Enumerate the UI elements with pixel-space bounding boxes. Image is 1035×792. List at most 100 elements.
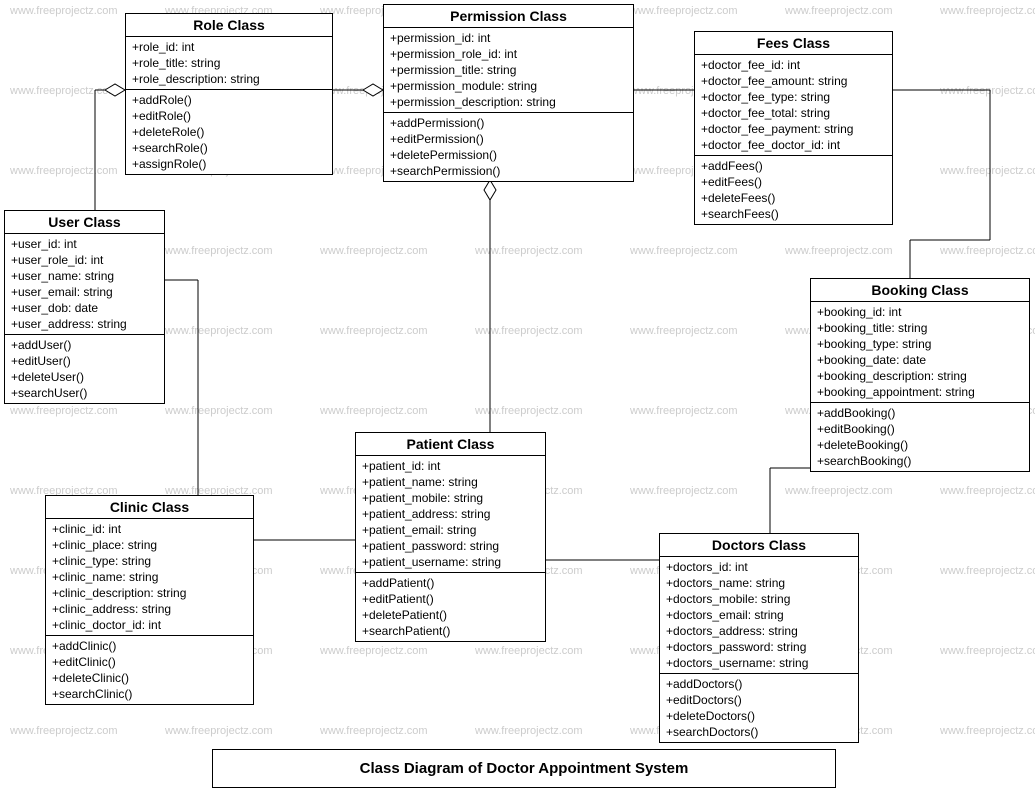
watermark-text: www.freeprojectz.com	[475, 405, 583, 417]
method-line: +addDoctors()	[666, 676, 852, 692]
attribute-line: +clinic_description: string	[52, 585, 247, 601]
role-class: Role Class +role_id: int+role_title: str…	[125, 13, 333, 175]
attribute-line: +clinic_doctor_id: int	[52, 617, 247, 633]
attribute-line: +role_id: int	[132, 39, 326, 55]
attribute-line: +booking_description: string	[817, 368, 1023, 384]
method-line: +deleteRole()	[132, 124, 326, 140]
attribute-line: +permission_title: string	[390, 62, 627, 78]
attribute-line: +booking_appointment: string	[817, 384, 1023, 400]
attribute-line: +clinic_place: string	[52, 537, 247, 553]
watermark-text: www.freeprojectz.com	[940, 485, 1035, 497]
attribute-line: +clinic_id: int	[52, 521, 247, 537]
attribute-line: +permission_module: string	[390, 78, 627, 94]
attribute-line: +doctor_fee_amount: string	[701, 73, 886, 89]
attribute-line: +booking_id: int	[817, 304, 1023, 320]
watermark-text: www.freeprojectz.com	[940, 645, 1035, 657]
attribute-line: +doctor_fee_type: string	[701, 89, 886, 105]
class-title: Clinic Class	[46, 496, 253, 519]
method-line: +deleteBooking()	[817, 437, 1023, 453]
doctors-class: Doctors Class +doctors_id: int+doctors_n…	[659, 533, 859, 743]
attribute-line: +booking_date: date	[817, 352, 1023, 368]
attribute-line: +patient_mobile: string	[362, 490, 539, 506]
attribute-line: +doctor_fee_doctor_id: int	[701, 137, 886, 153]
attribute-line: +user_role_id: int	[11, 252, 158, 268]
method-line: +searchUser()	[11, 385, 158, 401]
methods: +addBooking()+editBooking()+deleteBookin…	[811, 403, 1029, 471]
method-line: +deletePermission()	[390, 147, 627, 163]
methods: +addPermission()+editPermission()+delete…	[384, 113, 633, 181]
class-title: Permission Class	[384, 5, 633, 28]
methods: +addDoctors()+editDoctors()+deleteDoctor…	[660, 674, 858, 742]
watermark-text: www.freeprojectz.com	[630, 325, 738, 337]
attribute-line: +doctor_fee_id: int	[701, 57, 886, 73]
booking-class: Booking Class +booking_id: int+booking_t…	[810, 278, 1030, 472]
attribute-line: +user_dob: date	[11, 300, 158, 316]
method-line: +editPermission()	[390, 131, 627, 147]
attribute-line: +patient_name: string	[362, 474, 539, 490]
method-line: +searchPatient()	[362, 623, 539, 639]
watermark-text: www.freeprojectz.com	[10, 165, 118, 177]
attributes: +patient_id: int+patient_name: string+pa…	[356, 456, 545, 573]
watermark-text: www.freeprojectz.com	[940, 565, 1035, 577]
method-line: +editClinic()	[52, 654, 247, 670]
user-class: User Class +user_id: int+user_role_id: i…	[4, 210, 165, 404]
attribute-line: +doctors_mobile: string	[666, 591, 852, 607]
diagram-title: Class Diagram of Doctor Appointment Syst…	[212, 749, 836, 788]
attribute-line: +role_description: string	[132, 71, 326, 87]
method-line: +searchPermission()	[390, 163, 627, 179]
permission-class: Permission Class +permission_id: int+per…	[383, 4, 634, 182]
method-line: +deleteDoctors()	[666, 708, 852, 724]
watermark-text: www.freeprojectz.com	[940, 725, 1035, 737]
attributes: +booking_id: int+booking_title: string +b…	[811, 302, 1029, 403]
method-line: +editPatient()	[362, 591, 539, 607]
watermark-text: www.freeprojectz.com	[630, 485, 738, 497]
clinic-class: Clinic Class +clinic_id: int+clinic_plac…	[45, 495, 254, 705]
attribute-line: +doctors_username: string	[666, 655, 852, 671]
method-line: +searchClinic()	[52, 686, 247, 702]
watermark-text: www.freeprojectz.com	[630, 405, 738, 417]
attributes: +doctors_id: int+doctors_name: string+do…	[660, 557, 858, 674]
watermark-text: www.freeprojectz.com	[940, 5, 1035, 17]
attribute-line: +permission_description: string	[390, 94, 627, 110]
watermark-text: www.freeprojectz.com	[10, 725, 118, 737]
watermark-text: www.freeprojectz.com	[10, 5, 118, 17]
attribute-line: +clinic_name: string	[52, 569, 247, 585]
watermark-text: www.freeprojectz.com	[940, 85, 1035, 97]
attribute-line: +permission_id: int	[390, 30, 627, 46]
attribute-line: +doctors_email: string	[666, 607, 852, 623]
method-line: +deleteClinic()	[52, 670, 247, 686]
attribute-line: +patient_username: string	[362, 554, 539, 570]
attributes: +clinic_id: int+clinic_place: string+cli…	[46, 519, 253, 636]
method-line: +editDoctors()	[666, 692, 852, 708]
attribute-line: +patient_id: int	[362, 458, 539, 474]
watermark-text: www.freeprojectz.com	[785, 245, 893, 257]
attribute-line: +doctors_address: string	[666, 623, 852, 639]
attribute-line: +user_address: string	[11, 316, 158, 332]
attribute-line: +doctor_fee_payment: string	[701, 121, 886, 137]
methods: +addFees()+editFees()+deleteFees()+searc…	[695, 156, 892, 224]
method-line: +deletePatient()	[362, 607, 539, 623]
methods: +addRole()+editRole()+deleteRole()+searc…	[126, 90, 332, 174]
watermark-text: www.freeprojectz.com	[320, 245, 428, 257]
method-line: +addRole()	[132, 92, 326, 108]
method-line: +searchRole()	[132, 140, 326, 156]
watermark-text: www.freeprojectz.com	[165, 405, 273, 417]
fees-class: Fees Class +doctor_fee_id: int+doctor_fe…	[694, 31, 893, 225]
attributes: +permission_id: int+permission_role_id: …	[384, 28, 633, 113]
attribute-line: +doctors_name: string	[666, 575, 852, 591]
method-line: +addPermission()	[390, 115, 627, 131]
attribute-line: +doctors_id: int	[666, 559, 852, 575]
method-line: +searchBooking()	[817, 453, 1023, 469]
method-line: +addUser()	[11, 337, 158, 353]
method-line: +addBooking()	[817, 405, 1023, 421]
method-line: +searchFees()	[701, 206, 886, 222]
method-line: +addFees()	[701, 158, 886, 174]
method-line: +assignRole()	[132, 156, 326, 172]
attribute-line: +clinic_type: string	[52, 553, 247, 569]
watermark-text: www.freeprojectz.com	[320, 645, 428, 657]
watermark-text: www.freeprojectz.com	[320, 325, 428, 337]
attribute-line: +booking_title: string	[817, 320, 1023, 336]
watermark-text: www.freeprojectz.com	[10, 85, 118, 97]
attribute-line: +patient_address: string	[362, 506, 539, 522]
attribute-line: +patient_password: string	[362, 538, 539, 554]
